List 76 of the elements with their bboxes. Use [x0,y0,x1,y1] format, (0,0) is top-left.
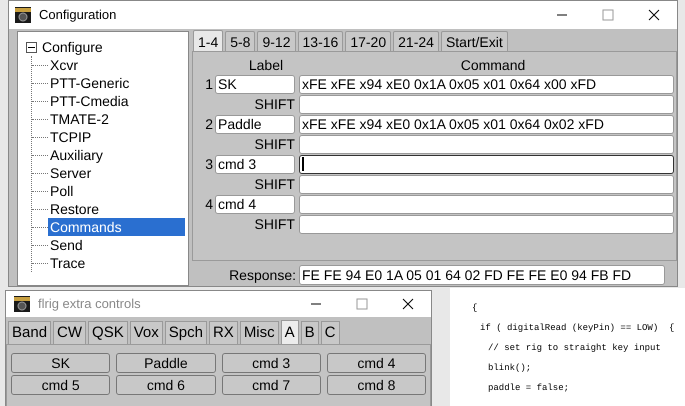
command-field[interactable]: xFE xFE x94 xE0 0x1A 0x05 x01 0x64 0x02 xFD [299,114,674,134]
label-field[interactable]: Paddle [215,114,295,134]
row-number: 2 [204,114,214,134]
shift-command-field[interactable] [299,214,674,234]
column-header: Label [248,56,284,74]
command-button[interactable]: cmd 4 [326,353,426,373]
tree-item[interactable]: TMATE-2 [48,110,185,128]
tab[interactable]: C [320,321,340,344]
tab[interactable]: Spch [164,321,207,344]
shift-command-field[interactable] [299,174,674,194]
shift-command-field[interactable] [299,134,674,154]
tab[interactable]: 17-20 [345,31,392,51]
tree-item[interactable]: Restore [48,200,185,218]
response-field[interactable]: FE FE 94 E0 1A 05 01 64 02 FD FE FE E0 94 FB FD [299,265,665,285]
tree-item[interactable]: Server [48,164,185,182]
tab[interactable]: 9-12 [257,31,296,51]
tab[interactable]: Band [8,321,52,344]
shift-label: SHIFT [254,94,296,114]
command-field[interactable] [299,194,674,214]
tree-item[interactable]: PTT-Cmedia [48,92,185,110]
close-icon [402,298,414,310]
window-title: Configuration [39,6,116,24]
command-button[interactable]: cmd 3 [222,353,321,373]
shift-label: SHIFT [254,134,296,154]
tab[interactable]: 1-4 [193,30,224,52]
tree-item[interactable]: Trace [48,254,185,272]
app-icon [14,296,30,312]
label-field[interactable]: cmd 3 [215,154,295,174]
maximize-icon [602,9,614,21]
tab[interactable]: Misc [240,321,279,344]
row-number: 4 [204,194,214,214]
shift-label: SHIFT [254,174,296,194]
code-line: paddle = false; [488,382,570,395]
window-title: flrig extra controls [38,295,141,314]
code-line: if ( digitalRead (keyPin) == LOW) { [480,322,676,335]
command-button[interactable]: SK [11,353,110,373]
column-header: Command [460,56,526,74]
close-icon [648,9,660,21]
row-number: 1 [204,74,214,94]
app-icon [15,7,31,23]
tree-item[interactable]: Configure [42,38,103,56]
command-button[interactable]: Paddle [116,353,216,373]
tree-item[interactable]: Commands [48,218,185,236]
row-number: 3 [204,154,214,174]
command-field[interactable] [299,154,674,174]
tree-item[interactable]: PTT-Generic [48,74,185,92]
shift-label: SHIFT [254,214,296,234]
tree-item[interactable]: Send [48,236,185,254]
code-line: blink(); [488,362,532,375]
tab[interactable]: B [300,321,319,344]
code-line: { [472,302,478,315]
command-button[interactable]: cmd 7 [222,375,321,395]
tree-item[interactable]: TCPIP [48,128,185,146]
maximize-icon [356,298,368,310]
tab[interactable]: 13-16 [298,31,344,51]
label-field[interactable]: SK [215,74,295,94]
tree-item[interactable]: Auxiliary [48,146,185,164]
tab[interactable]: CW [53,321,86,344]
tree-item[interactable]: Poll [48,182,185,200]
tree-item[interactable]: Xcvr [48,56,185,74]
tab[interactable]: Vox [130,321,163,344]
collapse-toggle-icon[interactable] [26,42,37,52]
command-button[interactable]: cmd 8 [326,375,426,395]
tab[interactable]: QSK [88,321,128,344]
command-field[interactable]: xFE xFE x94 xE0 0x1A 0x05 x01 0x64 x00 xFD [299,74,674,94]
shift-command-field[interactable] [299,94,674,114]
tab[interactable]: 5-8 [225,31,256,51]
tab[interactable]: Start/Exit [440,31,508,51]
tab[interactable]: 21-24 [393,31,439,51]
response-label: Response: [228,266,297,285]
label-field[interactable]: cmd 4 [215,194,295,214]
tab[interactable]: A [280,320,299,345]
code-line: // set rig to straight key input [488,342,662,355]
command-button[interactable]: cmd 6 [116,375,216,395]
command-button[interactable]: cmd 5 [11,375,110,395]
tab[interactable]: RX [208,321,238,344]
